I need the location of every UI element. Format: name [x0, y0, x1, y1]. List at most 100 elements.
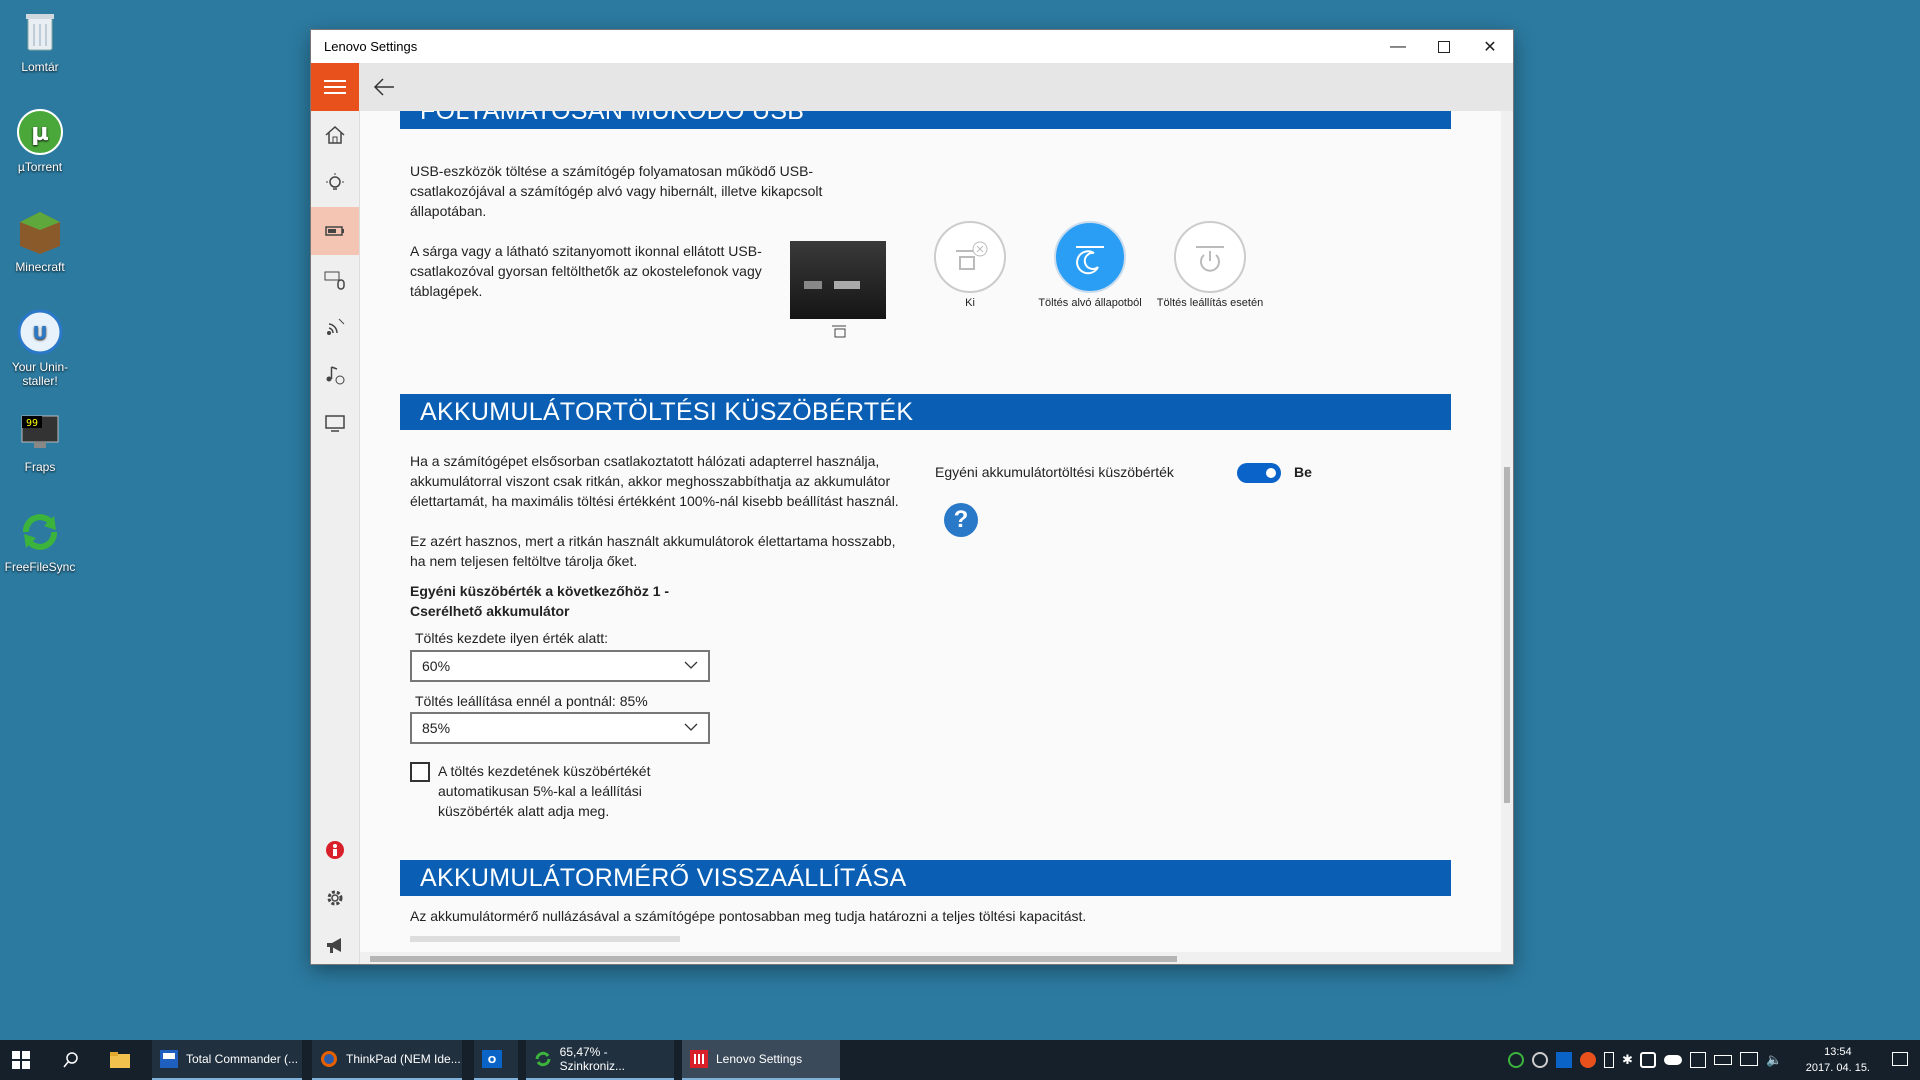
- system-tray: ✱ 🔈: [1508, 1052, 1782, 1068]
- section-header-gauge-reset: AKKUMULÁTORMÉRŐ VISSZAÁLLÍTÁSA: [400, 860, 1451, 896]
- tray-volume-icon[interactable]: 🔈: [1766, 1052, 1782, 1068]
- usb-desc-line: csatlakozóval gyorsan feltölthetők az ok…: [410, 263, 762, 279]
- desktop-icon-label: FreeFileSync: [4, 560, 76, 574]
- taskbar-app-outlook[interactable]: O: [474, 1040, 518, 1080]
- tray-power-icon[interactable]: [1714, 1055, 1732, 1065]
- nav-wireless[interactable]: [311, 303, 359, 351]
- desktop-icon-recycle-bin[interactable]: Lomtár: [0, 8, 80, 74]
- close-button[interactable]: ✕: [1467, 30, 1513, 63]
- clock-time: 13:54: [1824, 1046, 1852, 1058]
- desktop-icon-label: Minecraft: [15, 260, 65, 274]
- usb-symbol-icon: [830, 321, 848, 344]
- taskbar-app-total-commander[interactable]: Total Commander (...: [152, 1040, 302, 1080]
- nav-settings[interactable]: [311, 874, 359, 922]
- custom-threshold-toggle-label: Egyéni akkumulátortöltési küszöbérték: [935, 464, 1174, 480]
- utorrent-icon: µ: [16, 108, 64, 156]
- tray-sync-icon[interactable]: [1532, 1052, 1548, 1068]
- file-explorer-button[interactable]: [110, 1040, 134, 1080]
- minecraft-icon: [16, 208, 64, 256]
- horizontal-scrollbar[interactable]: [360, 952, 1501, 964]
- usb-option-label: Töltés alvó állapotból: [1038, 297, 1142, 309]
- taskbar-app-firefox[interactable]: ThinkPad (NEM Ide...: [312, 1040, 462, 1080]
- threshold-description: Ha a számítógépet elsősorban csatlakozta…: [410, 451, 910, 511]
- custom-threshold-heading: Egyéni küszöbérték a következőhöz 1 - Cs…: [410, 581, 710, 621]
- taskbar-app-lenovo-settings[interactable]: Lenovo Settings: [682, 1040, 840, 1080]
- desktop-icon-label: µTorrent: [17, 160, 63, 174]
- recycle-bin-icon: [16, 8, 64, 56]
- nav-lighting[interactable]: [311, 159, 359, 207]
- tray-bluetooth-icon[interactable]: ✱: [1622, 1052, 1633, 1068]
- start-button[interactable]: [12, 1040, 36, 1080]
- threshold-desc-line: élettartamát, ha maximális töltési érték…: [410, 493, 899, 509]
- start-threshold-value: 60%: [422, 658, 451, 674]
- custom-threshold-heading-line: Egyéni küszöbérték a következőhöz 1 -: [410, 583, 670, 599]
- horizontal-scroll-thumb[interactable]: [370, 956, 1177, 962]
- lenovo-id-icon: [326, 841, 344, 859]
- usb-port-photo: [790, 241, 886, 319]
- stop-threshold-select[interactable]: 85%: [410, 712, 710, 744]
- back-button[interactable]: [369, 73, 399, 101]
- minimize-icon: —: [1390, 37, 1406, 55]
- tray-update-icon[interactable]: [1580, 1052, 1596, 1068]
- action-center-button[interactable]: [1892, 1052, 1908, 1066]
- start-threshold-label: Töltés kezdete ilyen érték alatt:: [415, 630, 608, 646]
- nav-lenovo-id[interactable]: [311, 826, 359, 874]
- tray-security-icon[interactable]: [1640, 1052, 1656, 1068]
- desktop-icon-minecraft[interactable]: Minecraft: [0, 208, 80, 274]
- toggle-knob: [1266, 468, 1276, 478]
- gauge-reset-button-edge[interactable]: [410, 936, 680, 942]
- nav-display[interactable]: [311, 399, 359, 447]
- desktop-icon-fraps[interactable]: 99 Fraps: [0, 408, 80, 474]
- stop-threshold-value: 85%: [422, 720, 451, 736]
- hamburger-icon: [324, 80, 346, 94]
- minimize-button[interactable]: —: [1375, 30, 1421, 63]
- tray-usb-icon[interactable]: [1604, 1052, 1614, 1068]
- threshold-desc-line: Ez azért hasznos, mert a ritkán használt…: [410, 533, 896, 549]
- megaphone-icon: [327, 938, 341, 953]
- tray-outlook-icon[interactable]: [1556, 1052, 1572, 1068]
- usb-option-off[interactable]: [934, 221, 1006, 293]
- start-threshold-select[interactable]: 60%: [410, 650, 710, 682]
- maximize-icon: [1438, 40, 1450, 53]
- vertical-scrollbar[interactable]: [1501, 111, 1513, 964]
- tray-freefilesync-icon[interactable]: [1508, 1052, 1524, 1068]
- usb-off-icon: [956, 241, 988, 270]
- desktop-icon-uninstaller[interactable]: U Your Unin-staller!: [0, 308, 80, 388]
- usb-option-charge-when-off[interactable]: [1174, 221, 1246, 293]
- usb-option-charge-from-sleep[interactable]: [1054, 221, 1126, 293]
- uninstaller-icon: U: [16, 308, 64, 356]
- lenovo-settings-icon: [690, 1050, 708, 1068]
- nav-input[interactable]: [311, 255, 359, 303]
- help-button[interactable]: ?: [944, 503, 978, 537]
- desktop-icon-utorrent[interactable]: µ µTorrent: [0, 108, 80, 174]
- tray-onedrive-icon[interactable]: [1664, 1055, 1682, 1065]
- usb-option-label: Ki: [965, 297, 975, 309]
- nav-audio[interactable]: [311, 351, 359, 399]
- auto-threshold-label: A töltés kezdetének küszöbértékét automa…: [438, 761, 678, 821]
- threshold-description-2: Ez azért hasznos, mert a ritkán használt…: [410, 531, 910, 571]
- tray-network-icon[interactable]: [1740, 1052, 1758, 1066]
- window-title: Lenovo Settings: [324, 39, 418, 54]
- auto-threshold-checkbox[interactable]: [410, 762, 430, 782]
- search-button[interactable]: [62, 1040, 86, 1080]
- taskbar-app-label: Lenovo Settings: [716, 1052, 803, 1066]
- wireless-icon: [327, 318, 345, 335]
- custom-threshold-toggle[interactable]: [1237, 463, 1281, 483]
- maximize-button[interactable]: [1421, 30, 1467, 63]
- tray-network-sync-icon[interactable]: [1690, 1052, 1706, 1068]
- clock-date: 2017. 04. 15.: [1805, 1062, 1870, 1074]
- desktop-icon-label: Your Unin-staller!: [11, 360, 69, 388]
- nav-power[interactable]: [311, 207, 359, 255]
- hamburger-menu-button[interactable]: [311, 63, 359, 111]
- lightbulb-icon: [326, 173, 344, 190]
- gear-icon: [327, 890, 343, 906]
- nav-feedback[interactable]: [311, 922, 359, 964]
- nav-home[interactable]: [311, 111, 359, 159]
- music-icon: [326, 366, 345, 385]
- vertical-scroll-thumb[interactable]: [1504, 467, 1510, 803]
- desktop-icon-freefilesync[interactable]: FreeFileSync: [0, 508, 80, 574]
- freefilesync-icon: [535, 1051, 551, 1067]
- taskbar-clock[interactable]: 13:54 2017. 04. 15.: [1806, 1044, 1870, 1076]
- custom-threshold-heading-line: Cserélhető akkumulátor: [410, 603, 570, 619]
- taskbar-app-freefilesync[interactable]: 65,47% - Szinkroniz...: [526, 1040, 674, 1080]
